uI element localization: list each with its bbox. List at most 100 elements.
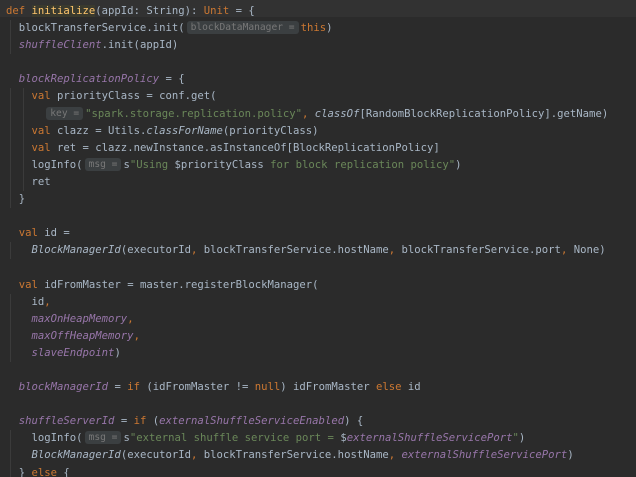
indent-guide xyxy=(10,105,11,123)
code-token: , xyxy=(190,449,204,462)
code-token: blockTransferService.hostName xyxy=(203,449,389,462)
code-token: , xyxy=(388,244,402,257)
code-line[interactable]: blockTransferService.init(blockDataManag… xyxy=(6,20,636,38)
code-line[interactable]: def initialize(appId: String): Unit = { xyxy=(6,3,636,20)
code-token: slaveEndpoint xyxy=(6,346,115,359)
code-area[interactable]: def initialize(appId: String): Unit = { … xyxy=(6,3,636,477)
code-line[interactable]: slaveEndpoint) xyxy=(6,344,636,362)
indent-guide xyxy=(10,293,11,311)
code-line[interactable]: val clazz = Utils.classForName(priorityC… xyxy=(6,122,636,140)
code-token: , xyxy=(560,244,574,257)
code-editor[interactable]: def initialize(appId: String): Unit = { … xyxy=(0,0,636,477)
indent-guide xyxy=(10,242,11,260)
code-line[interactable]: val id = xyxy=(6,225,636,242)
code-line[interactable]: logInfo(msg = s"external shuffle service … xyxy=(6,430,636,448)
indent-guide xyxy=(10,139,11,157)
code-line[interactable] xyxy=(6,259,636,276)
parameter-hint: msg = xyxy=(84,157,122,171)
code-token: val xyxy=(6,124,58,137)
indent-guide xyxy=(10,310,11,328)
code-token: ) xyxy=(567,449,574,462)
code-token: priorityClass = conf.get( xyxy=(57,90,217,103)
indent-guide xyxy=(23,122,24,140)
indent-guide xyxy=(23,139,24,157)
code-token: [RandomBlockReplicationPolicy].getName) xyxy=(359,107,609,120)
code-token: , xyxy=(127,312,134,325)
code-line[interactable]: val idFromMaster = master.registerBlockM… xyxy=(6,277,636,294)
code-line[interactable]: logInfo(msg = s"Using $priorityClass for … xyxy=(6,156,636,174)
code-token: $priorityClass xyxy=(174,158,264,171)
code-token: maxOffHeapMemory xyxy=(6,329,134,342)
code-token: { xyxy=(63,466,70,477)
code-line[interactable]: } else { xyxy=(6,464,636,477)
code-token: initialize xyxy=(31,5,96,17)
code-token: , xyxy=(190,244,204,257)
code-token: ) xyxy=(326,22,333,35)
code-token: null xyxy=(254,381,281,394)
parameter-hint: blockDataManager = xyxy=(186,21,299,35)
code-line[interactable]: blockReplicationPolicy = { xyxy=(6,71,636,88)
code-token: maxOnHeapMemory xyxy=(6,312,128,325)
code-token: def xyxy=(6,5,32,17)
code-token: this xyxy=(300,22,327,35)
indent-guide xyxy=(10,464,11,477)
code-token: else xyxy=(31,466,64,477)
code-token: , xyxy=(388,449,402,462)
code-token: BlockManagerId xyxy=(6,449,121,462)
code-token: blockReplicationPolicy xyxy=(6,73,160,86)
code-token: ret xyxy=(6,175,51,188)
code-token: .init(appId) xyxy=(101,39,179,52)
code-token: Unit xyxy=(203,5,230,17)
code-token: "spark.storage.replication.policy" xyxy=(85,107,303,120)
code-token: classForName xyxy=(146,124,223,137)
code-token: = { xyxy=(229,5,255,17)
code-token: externalShuffleServicePort xyxy=(401,449,568,462)
indent-guide xyxy=(10,430,11,448)
indent-guide xyxy=(10,447,11,465)
code-line[interactable] xyxy=(6,362,636,379)
code-line[interactable]: BlockManagerId(executorId, blockTransfer… xyxy=(6,447,636,465)
code-line[interactable]: } xyxy=(6,191,636,209)
code-token: (priorityClass) xyxy=(222,124,319,137)
code-token: shuffleServerId xyxy=(6,415,115,428)
code-token: blockTransferService.init( xyxy=(6,22,185,35)
code-line[interactable]: shuffleServerId = if (externalShuffleSer… xyxy=(6,413,636,430)
code-token: id xyxy=(407,381,421,394)
code-line[interactable]: key = "spark.storage.replication.policy",… xyxy=(6,105,636,123)
code-line[interactable]: id, xyxy=(6,293,636,311)
code-token: BlockManagerId xyxy=(6,244,121,257)
code-line[interactable]: maxOnHeapMemory, xyxy=(6,310,636,328)
code-line[interactable]: ret xyxy=(6,173,636,192)
code-token: (idFromMaster != xyxy=(146,381,255,394)
code-token: blockManagerId xyxy=(6,381,109,394)
code-token: None) xyxy=(573,244,606,257)
code-token: if xyxy=(127,381,147,394)
code-token: val xyxy=(6,227,45,240)
code-token: externalShuffleServicePort xyxy=(346,432,513,445)
indent-guide xyxy=(10,173,11,192)
code-line[interactable]: maxOffHeapMemory, xyxy=(6,327,636,345)
code-token: (executorId xyxy=(120,449,191,462)
code-token: = xyxy=(108,381,128,394)
code-token: id = xyxy=(44,227,70,240)
code-line[interactable] xyxy=(6,396,636,413)
code-token: ret = clazz.newInstance.asInstanceOf[Blo… xyxy=(57,141,440,154)
code-line[interactable]: blockManagerId = if (idFromMaster != nul… xyxy=(6,379,636,396)
code-token: = xyxy=(114,415,134,428)
code-token: val xyxy=(6,141,58,154)
parameter-hint: key = xyxy=(46,106,84,120)
code-line[interactable]: shuffleClient.init(appId) xyxy=(6,37,636,55)
code-token: for block replication policy" xyxy=(263,158,456,171)
indent-guide xyxy=(23,156,24,174)
code-token: , xyxy=(44,295,51,308)
code-token: = { xyxy=(159,73,185,86)
code-line[interactable]: BlockManagerId(executorId, blockTransfer… xyxy=(6,242,636,260)
code-token: blockTransferService.hostName xyxy=(203,244,389,257)
code-line[interactable]: val priorityClass = conf.get( xyxy=(6,88,636,106)
indent-guide xyxy=(10,191,11,209)
code-token: else xyxy=(375,381,408,394)
code-line[interactable]: val ret = clazz.newInstance.asInstanceOf… xyxy=(6,139,636,157)
code-line[interactable] xyxy=(6,208,636,225)
code-line[interactable] xyxy=(6,54,636,71)
